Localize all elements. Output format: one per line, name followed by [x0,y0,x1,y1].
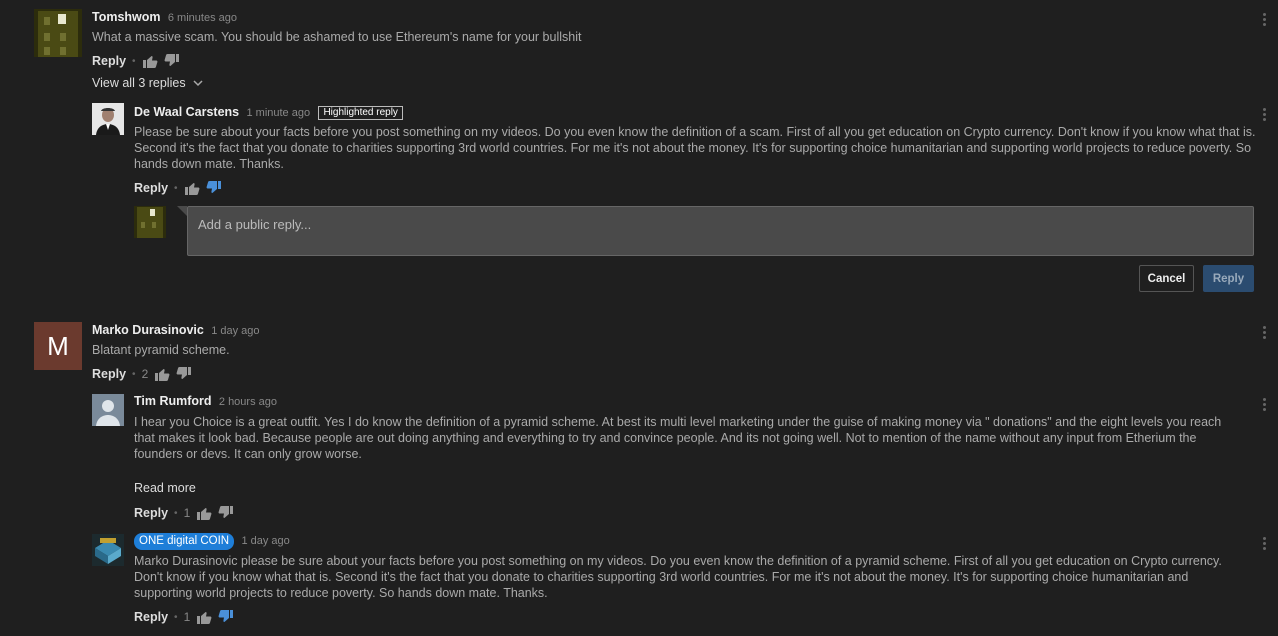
reply-menu-icon[interactable] [1261,107,1267,123]
comment-menu-icon[interactable] [1261,12,1267,28]
comment-text: Blatant pyramid scheme. [92,343,230,357]
avatar-tim-rumford[interactable] [92,394,124,426]
separator-dot: • [174,182,178,194]
reply-box-notch [177,206,187,216]
reply-menu-icon[interactable] [1261,397,1267,413]
separator-dot: • [174,507,178,519]
reply-input[interactable] [198,217,1198,232]
timestamp[interactable]: 1 minute ago [246,107,310,119]
avatar-de-waal-carstens[interactable] [92,103,124,135]
avatar-letter: M [47,330,69,361]
reply-button[interactable]: Reply [134,610,168,624]
reply-header: De Waal Carstens 1 minute ago Highlighte… [134,105,403,120]
thumbs-up-icon[interactable] [196,505,212,521]
reply-text: Marko Durasinovic please be sure about y… [134,554,1222,600]
comment-actions: Reply • 2 [92,366,192,382]
thumbs-down-icon[interactable] [164,53,180,69]
like-count: 1 [183,610,191,624]
reply-button[interactable]: Reply [134,181,168,195]
thumbs-up-icon[interactable] [184,180,200,196]
thumbs-down-icon[interactable] [218,505,234,521]
chevron-down-icon [193,76,203,90]
author-name[interactable]: Tomshwom [92,10,161,24]
reply-header: Tim Rumford 2 hours ago [134,394,277,408]
avatar-tomshwom[interactable] [34,9,82,57]
timestamp[interactable]: 2 hours ago [219,396,277,408]
reply-button[interactable]: Reply [92,54,126,68]
timestamp[interactable]: 1 day ago [211,325,259,337]
reply-box[interactable] [187,206,1254,256]
reply-actions: Reply • 1 [134,505,234,521]
separator-dot: • [132,55,136,67]
reply-button[interactable]: Reply [134,506,168,520]
thumbs-down-icon[interactable] [176,366,192,382]
comment-menu-icon[interactable] [1261,325,1267,341]
avatar-marko-durasinovic[interactable]: M [34,322,82,370]
reply-actions: Reply • [134,180,222,196]
author-name[interactable]: Tim Rumford [134,394,212,408]
separator-dot: • [132,368,136,380]
channel-owner-badge[interactable]: ONE digital COIN [134,533,235,550]
comment-header: Marko Durasinovic 1 day ago [92,323,260,337]
comment-actions: Reply • [92,53,180,69]
thumbs-down-active-icon[interactable] [206,180,222,196]
like-count: 1 [183,506,191,520]
view-replies-toggle[interactable]: View all 3 replies [92,76,203,90]
submit-reply-button[interactable]: Reply [1203,265,1254,292]
timestamp[interactable]: 1 day ago [241,535,289,547]
like-count: 2 [141,367,149,381]
read-more-link[interactable]: Read more [134,481,196,495]
reply-actions: Reply • 1 [134,609,234,625]
comment-text: What a massive scam. You should be asham… [92,30,582,44]
timestamp[interactable]: 6 minutes ago [168,12,237,24]
author-name[interactable]: De Waal Carstens [134,105,239,119]
avatar-current-user [134,206,166,238]
reply-text: I hear you Choice is a great outfit. Yes… [134,415,1222,461]
highlighted-reply-badge: Highlighted reply [318,106,403,120]
view-replies-label: View all 3 replies [92,76,186,90]
thumbs-up-icon[interactable] [196,609,212,625]
separator-dot: • [174,611,178,623]
comment-header: Tomshwom 6 minutes ago [92,10,237,24]
reply-menu-icon[interactable] [1261,536,1267,552]
reply-header: ONE digital COIN 1 day ago [134,533,290,550]
thumbs-up-icon[interactable] [142,53,158,69]
thumbs-up-icon[interactable] [154,366,170,382]
thumbs-down-active-icon[interactable] [218,609,234,625]
author-name[interactable]: Marko Durasinovic [92,323,204,337]
cancel-button[interactable]: Cancel [1139,265,1194,292]
reply-button[interactable]: Reply [92,367,126,381]
avatar-one-digital-coin[interactable] [92,534,124,566]
reply-text: Please be sure about your facts before y… [134,125,1256,171]
